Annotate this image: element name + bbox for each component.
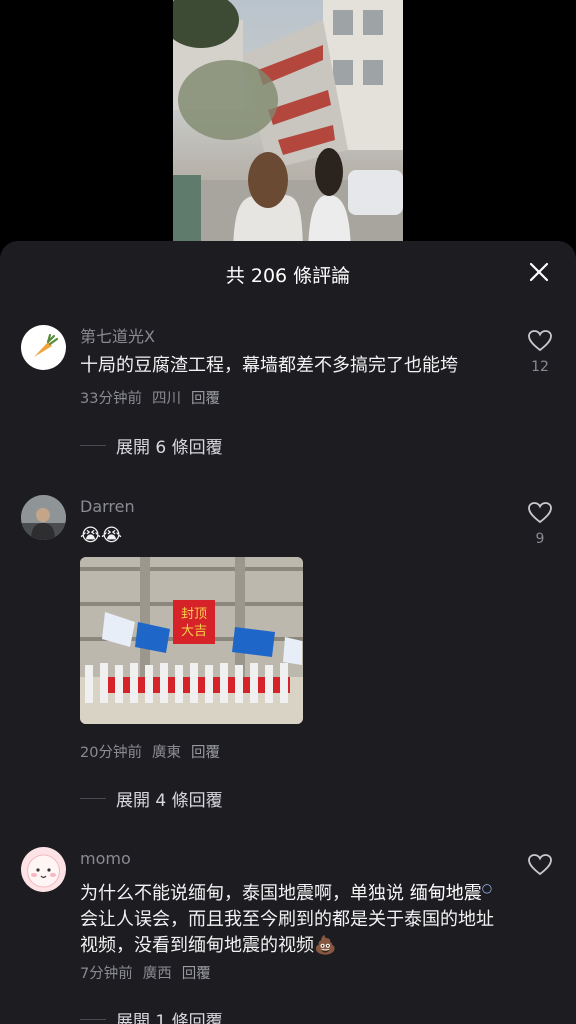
like-count: 9 (535, 531, 545, 547)
comment-time: 20分钟前 (80, 745, 142, 761)
comment-location: 廣西 (142, 966, 172, 982)
comment-meta: 7分钟前 廣西 回覆 (80, 962, 221, 983)
video-player[interactable] (0, 0, 576, 260)
avatar[interactable] (21, 325, 66, 370)
comment-meta: 33分钟前 四川 回覆 (80, 387, 230, 408)
comment-text-part: 为什么不能说缅甸，泰国地震啊，单独说 (80, 883, 404, 904)
comment-time: 7分钟前 (80, 966, 133, 982)
avatar[interactable] (21, 847, 66, 892)
expand-replies-label: 展開 6 條回覆 (116, 438, 223, 458)
comment-location: 廣東 (151, 745, 181, 761)
comments-sheet: 共 206 條評論 第七道光X 十局的豆腐渣工程，幕墙都差不多搞完了也能垮 33… (0, 241, 576, 1024)
comment-emoji: 😭😭 (80, 525, 123, 546)
avatar-photo (21, 495, 66, 540)
video-frame (173, 0, 403, 260)
topping-out-photo: 封顶 大吉 (80, 557, 303, 724)
close-icon[interactable] (528, 261, 550, 283)
comment-emoji: 💩 (314, 935, 337, 956)
comments-count-title: 共 206 條評論 (225, 265, 351, 287)
expand-replies-button[interactable]: 展開 6 條回覆 (80, 433, 223, 458)
comment-text-rest: 会让人误会，而且我至今刷到的都是关于泰国的地址视频，没看到缅甸地震的视频 (80, 909, 494, 956)
expand-replies-label: 展開 4 條回覆 (116, 791, 223, 811)
avatar[interactable] (21, 495, 66, 540)
comment-username[interactable]: Darren (80, 497, 135, 516)
heart-icon (528, 330, 552, 352)
like-button[interactable] (526, 853, 554, 881)
divider (80, 445, 106, 446)
expand-replies-button[interactable]: 展開 1 條回覆 (80, 1007, 223, 1024)
like-button[interactable]: 9 (526, 501, 554, 547)
expand-replies-label: 展開 1 條回覆 (116, 1012, 223, 1024)
expand-replies-button[interactable]: 展開 4 條回覆 (80, 786, 223, 811)
video-scene (173, 0, 403, 260)
search-link[interactable]: 缅甸地震○ (409, 881, 493, 904)
comment-image[interactable]: 封顶 大吉 (80, 557, 303, 724)
comment-meta: 20分钟前 廣東 回覆 (80, 741, 230, 762)
cute-face-avatar (27, 854, 60, 888)
banner-bottom-text: 大吉 (181, 624, 207, 639)
search-icon: ○ (481, 881, 493, 895)
like-button[interactable]: 12 (526, 329, 554, 375)
carrot-icon (34, 333, 59, 357)
divider (80, 1019, 106, 1020)
reply-button[interactable]: 回覆 (191, 745, 220, 761)
comment-text: 为什么不能说缅甸，泰国地震啊，单独说 缅甸地震○ 会让人误会，而且我至今刷到的都… (80, 875, 510, 959)
reply-button[interactable]: 回覆 (191, 391, 220, 407)
comment-time: 33分钟前 (80, 391, 142, 407)
comment-location: 四川 (151, 391, 181, 407)
search-link-text: 缅甸地震 (409, 883, 482, 904)
heart-icon (528, 854, 552, 876)
comment-username[interactable]: momo (80, 849, 131, 868)
heart-icon (528, 502, 552, 524)
banner-top-text: 封顶 (181, 607, 207, 622)
reply-button[interactable]: 回覆 (182, 966, 211, 982)
like-count: 12 (531, 359, 549, 375)
divider (80, 798, 106, 799)
comment-text: 十局的豆腐渣工程，幕墙都差不多搞完了也能垮 (80, 355, 458, 376)
comment-username[interactable]: 第七道光X (80, 323, 155, 347)
